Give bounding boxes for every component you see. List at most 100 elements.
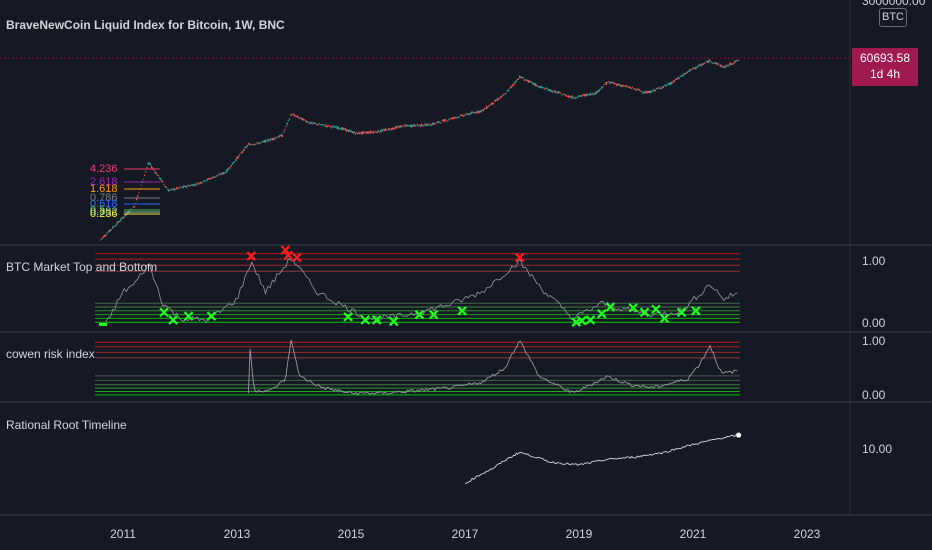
- price-candle: [276, 137, 278, 139]
- last-price-tag: 60693.58 1d 4h: [852, 48, 918, 86]
- price-candle: [626, 85, 628, 87]
- price-candle: [691, 68, 693, 70]
- price-candle: [539, 86, 541, 89]
- price-candle: [634, 88, 636, 90]
- price-candle: [353, 131, 356, 133]
- price-candle: [277, 137, 279, 138]
- price-candle: [635, 89, 637, 91]
- price-candle: [133, 206, 136, 208]
- price-candle: [207, 178, 210, 179]
- price-candle: [545, 87, 547, 89]
- price-candle: [137, 195, 139, 197]
- price-candle: [318, 123, 320, 125]
- price-candle: [733, 62, 735, 64]
- price-candle: [456, 117, 458, 118]
- price-candle: [415, 126, 417, 127]
- price-candle: [240, 152, 243, 154]
- price-candle: [123, 216, 125, 218]
- price-candle: [288, 118, 291, 120]
- price-candle: [122, 217, 124, 219]
- root-scale-mid: 10.00: [862, 442, 893, 456]
- price-candle: [464, 115, 466, 116]
- x-tick-label: 2017: [451, 527, 479, 541]
- price-candle: [618, 83, 620, 85]
- price-candle: [460, 114, 463, 116]
- price-candle: [187, 185, 189, 186]
- price-candle: [500, 95, 503, 97]
- price-candle: [161, 180, 163, 182]
- price-candle: [273, 138, 276, 140]
- bar-countdown: 1d 4h: [869, 67, 901, 81]
- price-candle: [242, 151, 244, 153]
- price-scale-top: 3000000.00: [862, 0, 926, 8]
- price-candle: [599, 88, 602, 90]
- price-candle: [204, 181, 206, 183]
- mtb-scale-bottom: 0.00: [862, 316, 886, 330]
- price-candle: [354, 133, 357, 135]
- price-candle: [703, 63, 706, 64]
- price-candle: [447, 120, 449, 121]
- price-candle: [196, 183, 198, 184]
- cowen-risk-pane: [95, 339, 740, 396]
- price-candle: [107, 232, 109, 233]
- price-candle: [256, 142, 259, 143]
- price-candle: [736, 60, 739, 62]
- price-candle: [631, 87, 634, 88]
- price-candle: [359, 133, 361, 135]
- mtb-scale-top: 1.00: [862, 254, 886, 268]
- price-candle: [517, 78, 520, 80]
- price-candle: [686, 71, 688, 73]
- price-candle: [208, 178, 211, 180]
- price-candle: [350, 130, 352, 132]
- price-candle: [330, 126, 333, 128]
- price-candle: [286, 122, 288, 125]
- price-candle: [374, 131, 376, 132]
- price-candle: [671, 82, 674, 83]
- price-candle: [291, 114, 293, 116]
- price-candle: [356, 132, 358, 134]
- price-candle: [641, 91, 643, 92]
- price-candle: [244, 147, 246, 149]
- price-candle: [195, 184, 197, 186]
- price-candle: [402, 126, 405, 128]
- price-candle: [293, 114, 295, 116]
- bottom-marker: [639, 307, 650, 318]
- x-tick-label: 2019: [565, 527, 593, 541]
- price-candle: [154, 171, 156, 173]
- price-candle: [666, 85, 668, 86]
- price-candle: [322, 124, 325, 126]
- grid: [0, 0, 932, 516]
- price-candle: [434, 123, 437, 124]
- price-candle: [109, 229, 112, 231]
- price-candle: [230, 164, 232, 167]
- price-candle: [317, 124, 319, 126]
- price-candle: [446, 120, 448, 122]
- price-candle: [211, 177, 213, 179]
- chart-canvas[interactable]: [0, 0, 932, 550]
- price-candle: [363, 131, 366, 133]
- price-candle: [135, 198, 138, 201]
- price-candle: [110, 229, 113, 230]
- price-candle: [606, 82, 609, 83]
- price-candle: [177, 188, 179, 189]
- price-candle: [377, 130, 380, 132]
- x-tick-label: 2021: [679, 527, 707, 541]
- price-candle: [218, 174, 220, 176]
- price-candle: [105, 235, 107, 236]
- price-candle: [138, 192, 140, 194]
- price-candle: [720, 65, 723, 67]
- symbol-badge[interactable]: BTC: [879, 8, 907, 27]
- price-candle: [314, 123, 317, 125]
- price-candle: [159, 178, 162, 180]
- price-candle: [287, 120, 289, 121]
- price-candle: [414, 124, 416, 127]
- price-candle: [326, 125, 328, 127]
- price-candle: [702, 63, 704, 65]
- price-candle: [140, 184, 142, 186]
- price-candle: [145, 171, 147, 172]
- price-candle: [304, 120, 307, 122]
- price-candle: [520, 76, 522, 78]
- x-tick-label: 2011: [110, 527, 136, 541]
- chart-title: BraveNewCoin Liquid Index for Bitcoin, 1…: [6, 18, 285, 32]
- price-candle: [563, 93, 565, 95]
